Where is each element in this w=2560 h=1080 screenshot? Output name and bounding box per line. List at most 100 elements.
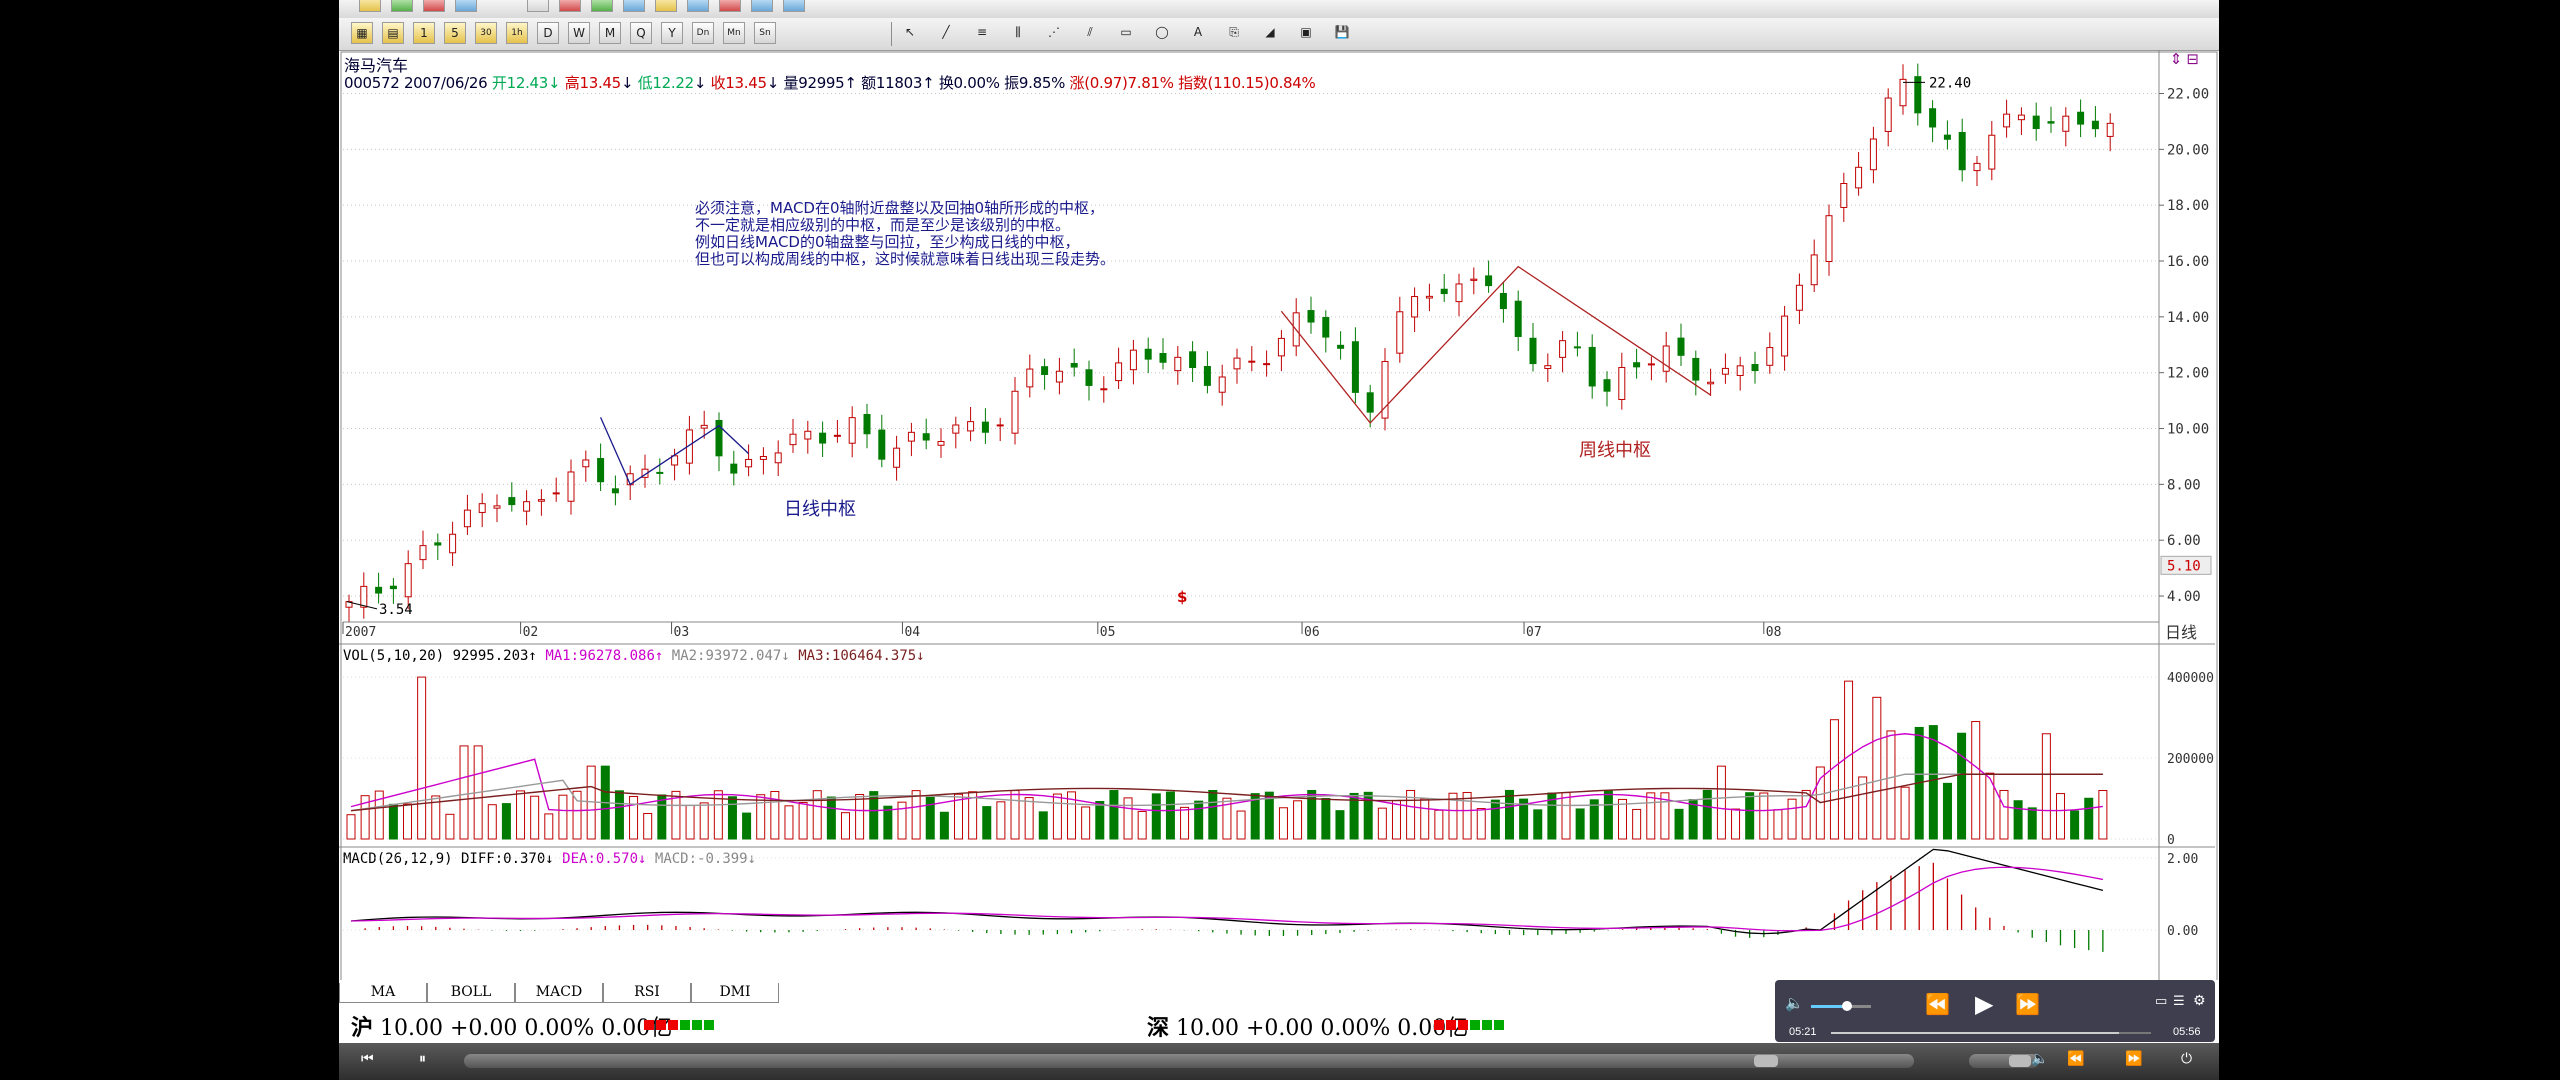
main-toolbar-button-2[interactable] [423,0,445,12]
volume-bar [742,812,752,840]
candle-body [1929,108,1937,128]
fan-tool-icon[interactable]: ⋰ [1043,22,1065,44]
volume-axis-label: 400000 [2167,671,2214,686]
volume-bar [2055,793,2065,840]
main-toolbar-button-10[interactable] [719,0,741,12]
volume-bar [1759,792,1769,840]
settings-icon[interactable]: ⚙ [2193,993,2206,1009]
volume-bar [1787,798,1797,840]
tab-macd[interactable]: MACD [515,983,603,1003]
candle-body [848,417,856,444]
period-button-7[interactable]: W [568,22,590,44]
period-button-3[interactable]: 5 [444,22,466,44]
palette-tool-icon[interactable]: ▣ [1295,22,1317,44]
candle-body [833,434,841,437]
event-marker[interactable]: $ [1177,588,1187,606]
eraser-tool-icon[interactable]: ◢ [1259,22,1281,44]
main-toolbar-button-1[interactable] [391,0,413,12]
main-toolbar-button-6[interactable] [591,0,613,12]
parallel-tool-icon[interactable]: ≡ [971,22,993,44]
candle-body [389,585,397,590]
period-button-1[interactable]: ▤ [382,22,404,44]
save-tool-icon[interactable]: 💾 [1331,22,1353,44]
step-forward-icon[interactable]: ⏩ [2125,1051,2142,1067]
period-button-2[interactable]: 1 [413,22,435,44]
macd-title: MACD(26,12,9) DIFF:0.370↓ DEA:0.570↓ MAC… [343,851,756,867]
period-button-4[interactable]: 30 [475,22,497,44]
volume-bar [1321,797,1331,840]
period-button-6[interactable]: D [537,22,559,44]
period-button-0[interactable]: ▦ [351,22,373,44]
period-button-13[interactable]: Sn [754,22,776,44]
time-axis-label: 07 [1526,625,1542,640]
main-toolbar-button-12[interactable] [783,0,805,12]
main-toolbar-button-3[interactable] [455,0,477,12]
fast-forward-icon[interactable]: ⏩ [2015,992,2040,1016]
seek-bar[interactable] [1831,1032,2151,1034]
volume-slider[interactable] [1811,1001,1871,1011]
volume-bar [2027,807,2037,840]
period-button-9[interactable]: Q [630,22,652,44]
period-button-11[interactable]: Dn [692,22,714,44]
candle-body [1677,337,1685,356]
price-axis-label: 10.00 [2167,422,2209,438]
volume-bar [1476,808,1486,840]
main-toolbar-button-11[interactable] [751,0,773,12]
period-button-5[interactable]: 1h [506,22,528,44]
copy-tool-icon[interactable]: ⎘ [1223,22,1245,44]
chart-canvas[interactable]: 22.00 20.00 18.00 16.00 14.00 12.00 10.00 8.00 6… [339,50,2219,980]
line-tool-icon[interactable]: ╱ [935,22,957,44]
main-toolbar-button-5[interactable] [559,0,581,12]
volume-bar [1504,789,1514,840]
candle-body [1366,392,1374,413]
period-button-10[interactable]: Y [661,22,683,44]
volume-bar [727,796,737,840]
tab-boll[interactable]: BOLL [427,983,515,1003]
volume-track[interactable] [1969,1054,2039,1068]
main-toolbar-button-0[interactable] [359,0,381,12]
volume-bar [558,794,568,840]
tab-rsi[interactable]: RSI [603,983,691,1003]
volume-bar [1928,725,1938,840]
step-back-icon[interactable]: ⏪ [2067,1051,2084,1067]
candle-body [419,545,427,561]
volume-bar [1603,789,1613,840]
current-time: 05:21 [1789,1026,1817,1038]
shanghai-mini-bars [644,1017,716,1030]
volume-bar [516,790,526,840]
select-tool-icon[interactable]: ↖ [899,22,921,44]
previous-icon[interactable]: ⏮ [361,1051,374,1067]
candle-body [1470,278,1478,281]
candle-body [1869,138,1877,171]
rewind-icon[interactable]: ⏪ [1925,992,1950,1016]
play-icon[interactable]: ▶ [1975,990,1993,1018]
ellipse-tool-icon[interactable]: ◯ [1151,22,1173,44]
volume-bar [1533,809,1543,840]
speaker-icon[interactable]: 🔈 [2031,1051,2048,1067]
candle-body [2003,113,2011,128]
timeline-track[interactable] [464,1054,1914,1068]
volume-bar [1773,809,1783,840]
pause-icon[interactable]: ⏸ [419,1051,426,1067]
tab-ma[interactable]: MA [339,983,427,1003]
power-icon[interactable]: ⏻ [2181,1051,2192,1067]
channel-tool-icon[interactable]: ⫽ [1079,22,1101,44]
candle-body [1514,300,1522,337]
fib-tool-icon[interactable]: ⫼ [1007,22,1029,44]
window-mode-icon[interactable]: ▭ [2155,994,2167,1009]
volume-icon[interactable]: 🔈 [1785,994,1804,1012]
main-toolbar-button-7[interactable] [623,0,645,12]
period-button-8[interactable]: M [599,22,621,44]
period-button-12[interactable]: Mn [723,22,745,44]
rect-tool-icon[interactable]: ▭ [1115,22,1137,44]
tab-dmi[interactable]: DMI [691,983,779,1003]
text-tool-icon[interactable]: A [1187,22,1209,44]
main-toolbar-button-9[interactable] [687,0,709,12]
volume-bar [1052,793,1062,840]
volume-thumb[interactable] [2009,1055,2031,1067]
timeline-thumb[interactable] [1754,1055,1778,1067]
playlist-icon[interactable]: ☰ [2173,994,2185,1009]
main-toolbar-button-4[interactable] [527,0,549,12]
volume-bar [657,794,667,840]
main-toolbar-button-8[interactable] [655,0,677,12]
